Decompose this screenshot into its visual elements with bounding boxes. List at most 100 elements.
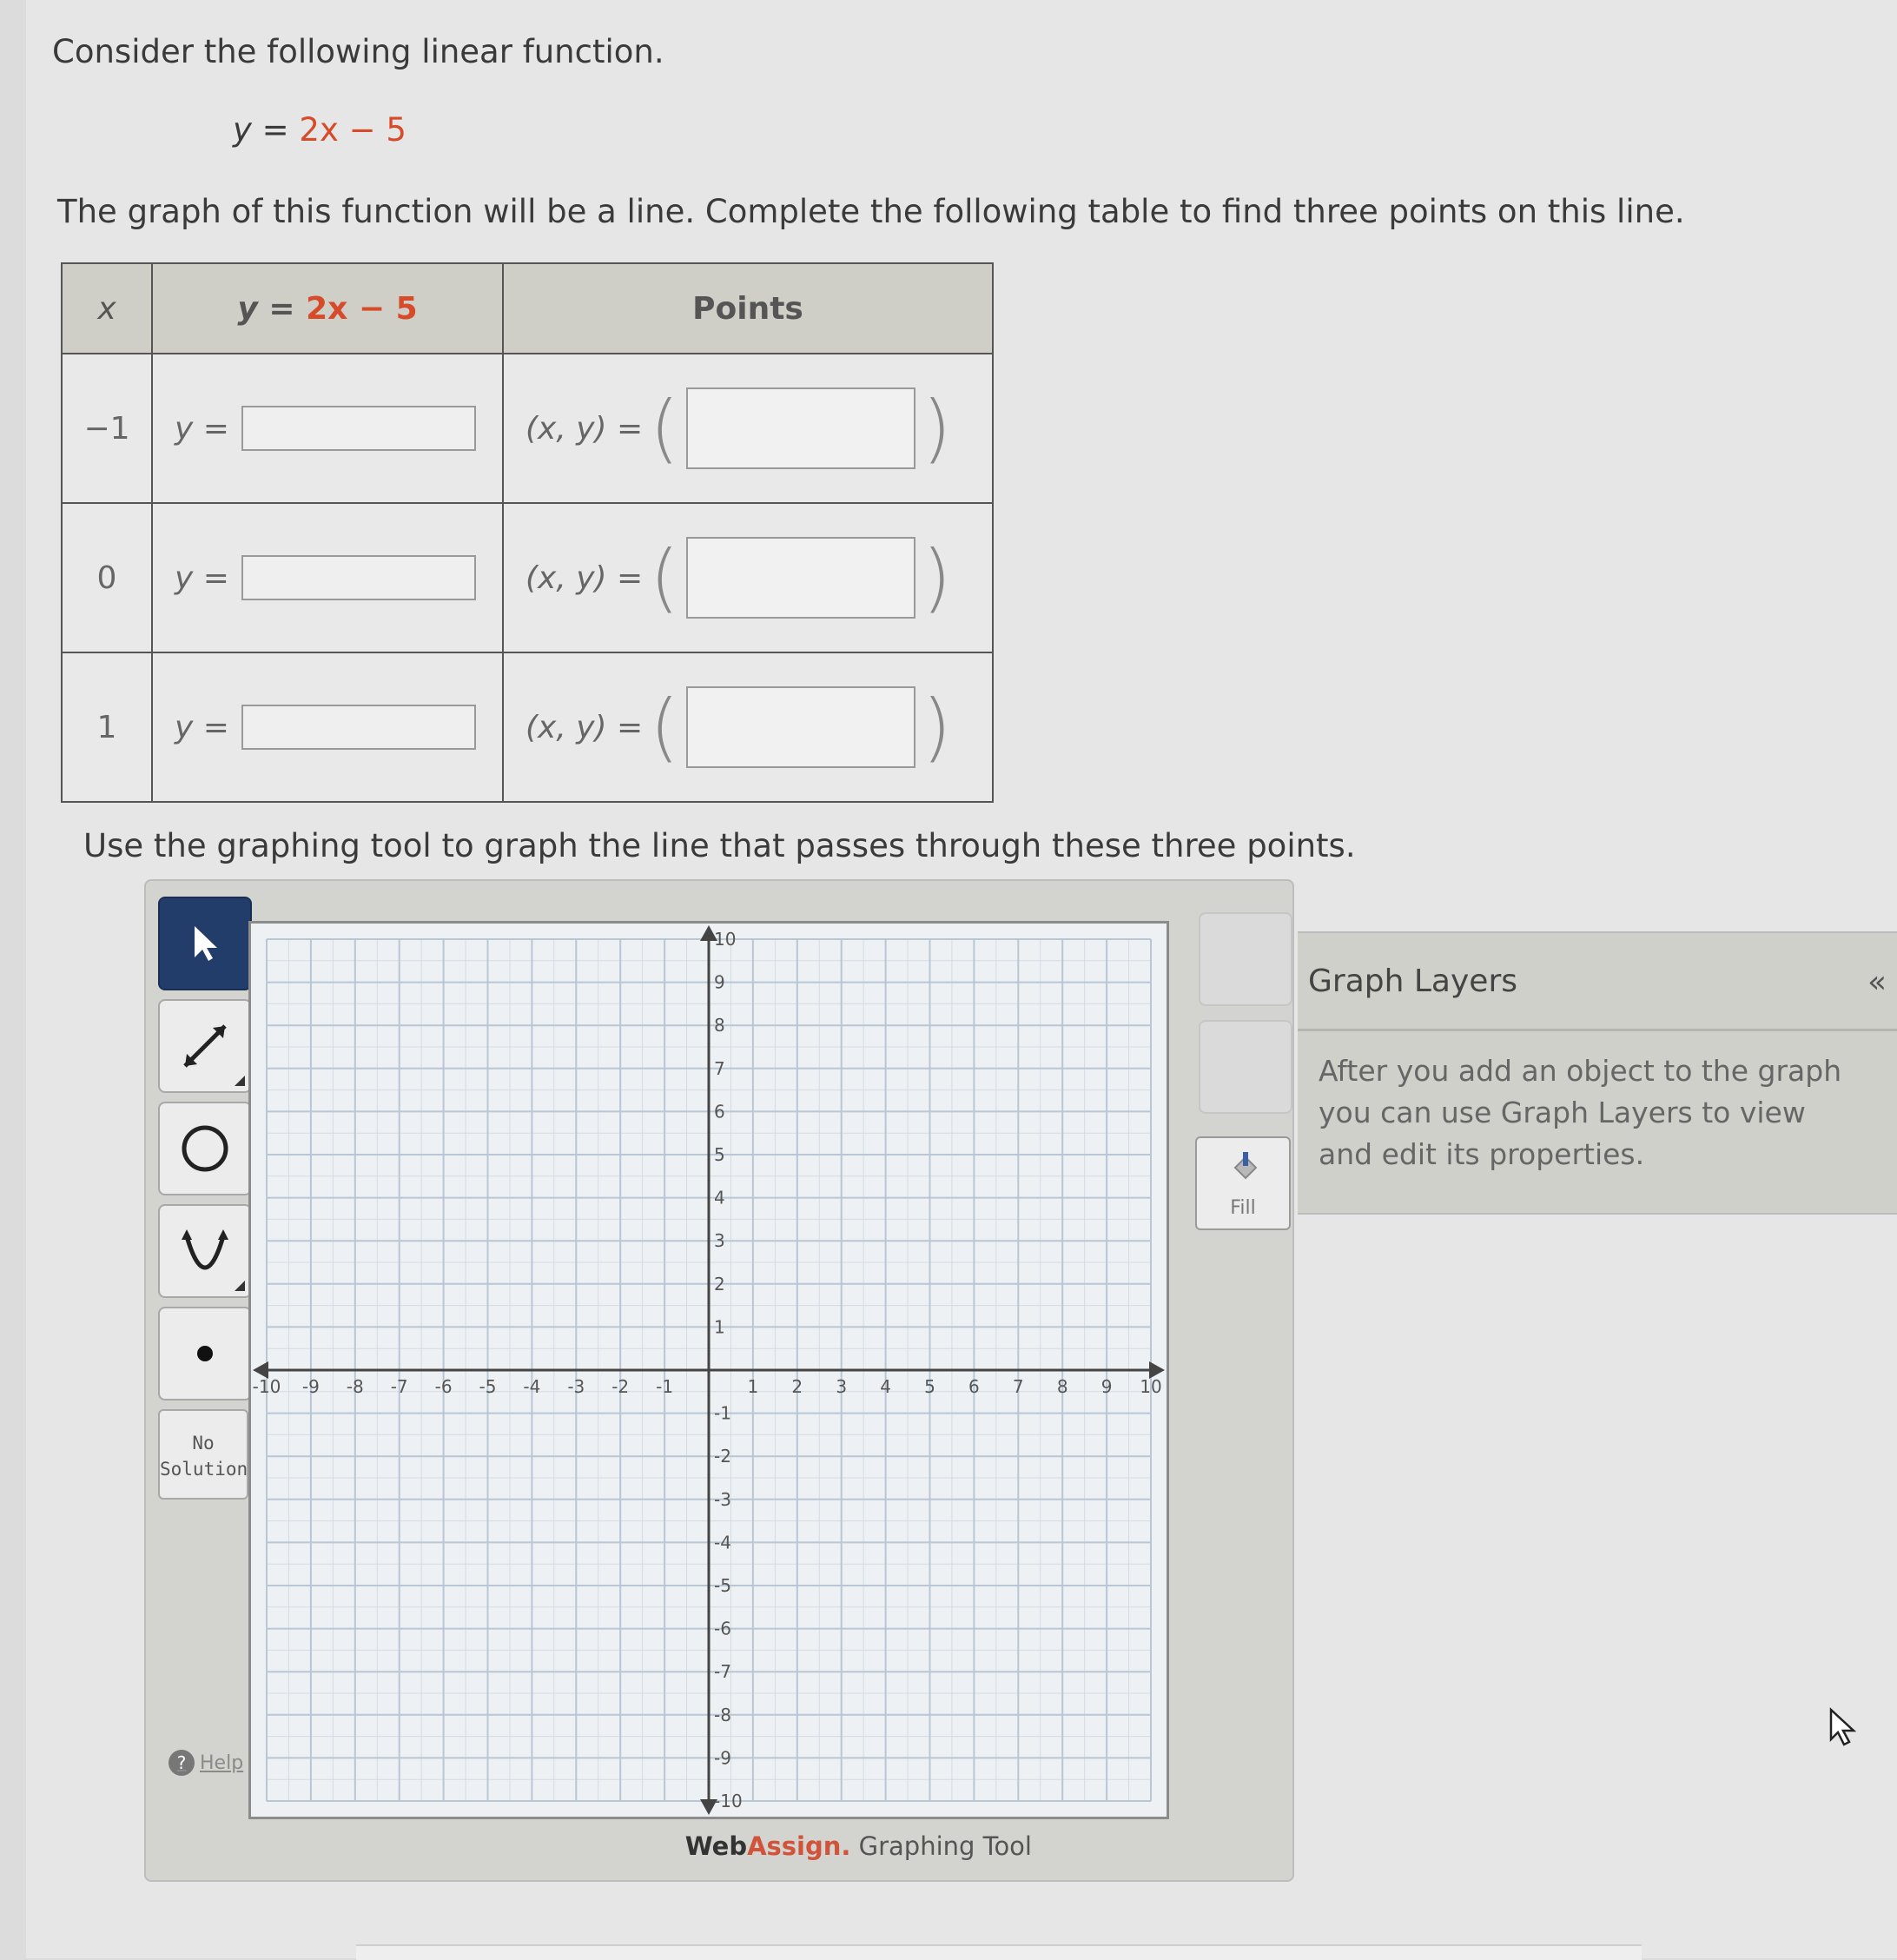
x-tick-label: -5 — [479, 1376, 497, 1397]
x-tick-label: 3 — [836, 1376, 847, 1397]
y-tick-label: 6 — [714, 1101, 725, 1122]
fill-button[interactable]: Fill — [1195, 1136, 1291, 1230]
y-input[interactable] — [241, 705, 476, 750]
help-link[interactable]: ? Help — [169, 1750, 243, 1776]
no-solution-line2: Solution — [160, 1459, 248, 1480]
submenu-indicator-icon — [235, 1076, 245, 1086]
circle-tool-button[interactable] — [158, 1102, 252, 1195]
x-value: 1 — [61, 652, 153, 803]
point-input[interactable] — [685, 686, 915, 768]
disabled-tool-button — [1199, 912, 1292, 1006]
disabled-tool-button — [1199, 1020, 1292, 1114]
x-tick-label: -6 — [435, 1376, 453, 1397]
graph-layers-header: Graph Layers « — [1298, 933, 1897, 1031]
help-icon: ? — [169, 1750, 195, 1776]
coordinate-grid[interactable]: -10 -9 -8 -7 -6 -5 -4 -3 -2 -1 1 2 3 4 5 6 7 8 9 10 -10 -9 -8 -… — [251, 924, 1167, 1817]
y-tick-label: -5 — [714, 1575, 731, 1596]
brand-assign: Assign. — [747, 1831, 851, 1861]
point-cell: (x, y) = ( ) — [502, 502, 994, 653]
open-paren: ( — [650, 684, 679, 771]
y-tick-label: -9 — [714, 1747, 731, 1768]
y-input[interactable] — [241, 555, 476, 600]
point-cell: (x, y) = ( ) — [502, 652, 994, 803]
x-value: 0 — [61, 502, 153, 653]
y-tick-label: -10 — [714, 1791, 743, 1811]
y-tick-label: 4 — [714, 1188, 725, 1208]
y-label: y = — [175, 560, 229, 596]
close-paren: ) — [922, 684, 952, 771]
table-row: 0 y = (x, y) = ( ) — [61, 502, 994, 653]
table-header-row: x y = 2x − 5 Points — [61, 262, 994, 354]
equation-prefix: y = — [233, 111, 300, 149]
y-tick-label: 8 — [714, 1015, 725, 1036]
open-paren: ( — [650, 385, 679, 472]
graph-layers-title: Graph Layers — [1308, 963, 1517, 999]
x-tick-label: 10 — [1140, 1376, 1161, 1397]
brand-web: Web — [684, 1831, 748, 1861]
point-input[interactable] — [685, 387, 915, 469]
graph-layers-panel: Graph Layers « After you add an object t… — [1298, 931, 1897, 1215]
x-tick-label: 5 — [924, 1376, 935, 1397]
y-tick-label: 3 — [714, 1230, 725, 1251]
graph-instruction: Use the graphing tool to graph the line … — [83, 827, 1356, 864]
no-solution-button[interactable]: No Solution — [158, 1409, 248, 1500]
y-tick-label: 10 — [714, 929, 736, 950]
header-equation-expr: 2x − 5 — [306, 290, 418, 327]
tool-palette: No Solution — [158, 897, 255, 1500]
point-label: (x, y) = — [525, 560, 644, 596]
paint-bucket-icon — [1233, 1152, 1258, 1180]
question-intro: Consider the following linear function. — [52, 33, 664, 70]
y-tick-label: 7 — [714, 1058, 725, 1079]
header-equation: y = 2x − 5 — [151, 262, 504, 354]
x-tick-label: 7 — [1013, 1376, 1024, 1397]
submenu-indicator-icon — [235, 1281, 245, 1291]
y-label: y = — [175, 709, 229, 745]
x-tick-label: -9 — [302, 1376, 320, 1397]
line-tool-button[interactable] — [158, 999, 252, 1093]
table-row: −1 y = (x, y) = ( ) — [61, 353, 994, 504]
graphing-tool: No Solution ? Help -10 -9 -8 -7 -6 -5 -4 -3 -2 -1… — [144, 879, 1294, 1882]
function-equation: y = 2x − 5 — [233, 111, 406, 149]
y-cell: y = — [151, 502, 504, 653]
fill-label: Fill — [1230, 1197, 1256, 1219]
point-label: (x, y) = — [525, 709, 644, 745]
help-label: Help — [200, 1751, 244, 1774]
y-tick-label: -3 — [714, 1489, 731, 1510]
x-value: −1 — [61, 353, 153, 504]
parabola-tool-button[interactable] — [158, 1204, 252, 1298]
x-tick-label: -3 — [567, 1376, 585, 1397]
header-points: Points — [502, 262, 994, 354]
line-arrow-icon — [183, 1024, 227, 1068]
y-tick-label: -4 — [714, 1532, 731, 1553]
x-tick-label: 1 — [748, 1376, 759, 1397]
graph-canvas[interactable]: -10 -9 -8 -7 -6 -5 -4 -3 -2 -1 1 2 3 4 5 6 7 8 9 10 -10 -9 -8 -… — [248, 921, 1169, 1819]
y-tick-label: -6 — [714, 1619, 731, 1639]
x-tick-label: -1 — [656, 1376, 673, 1397]
x-tick-label: -10 — [253, 1376, 281, 1397]
y-tick-label: 1 — [714, 1316, 725, 1337]
point-label: (x, y) = — [525, 410, 644, 447]
pointer-tool-button[interactable] — [158, 897, 252, 990]
y-tick-label: 5 — [714, 1144, 725, 1165]
close-paren: ) — [922, 534, 952, 621]
y-cell: y = — [151, 353, 504, 504]
y-cell: y = — [151, 652, 504, 803]
y-tick-label: -8 — [714, 1705, 731, 1725]
open-paren: ( — [650, 534, 679, 621]
y-input[interactable] — [241, 406, 476, 451]
header-equation-prefix: y = — [237, 290, 307, 327]
x-tick-label: -8 — [347, 1376, 364, 1397]
x-tick-label: 4 — [880, 1376, 891, 1397]
no-solution-line1: No — [192, 1433, 215, 1453]
collapse-icon[interactable]: « — [1867, 964, 1887, 1000]
point-tool-button[interactable] — [158, 1307, 252, 1400]
x-tick-label: -4 — [523, 1376, 540, 1397]
x-tick-label: -7 — [391, 1376, 408, 1397]
y-tick-label: -2 — [714, 1446, 731, 1467]
parabola-icon — [182, 1229, 228, 1270]
pointer-icon — [195, 926, 217, 961]
x-tick-label: 6 — [968, 1376, 980, 1397]
point-input[interactable] — [685, 537, 915, 619]
brand-rest: Graphing Tool — [850, 1831, 1032, 1861]
y-tick-label: 9 — [714, 972, 725, 993]
